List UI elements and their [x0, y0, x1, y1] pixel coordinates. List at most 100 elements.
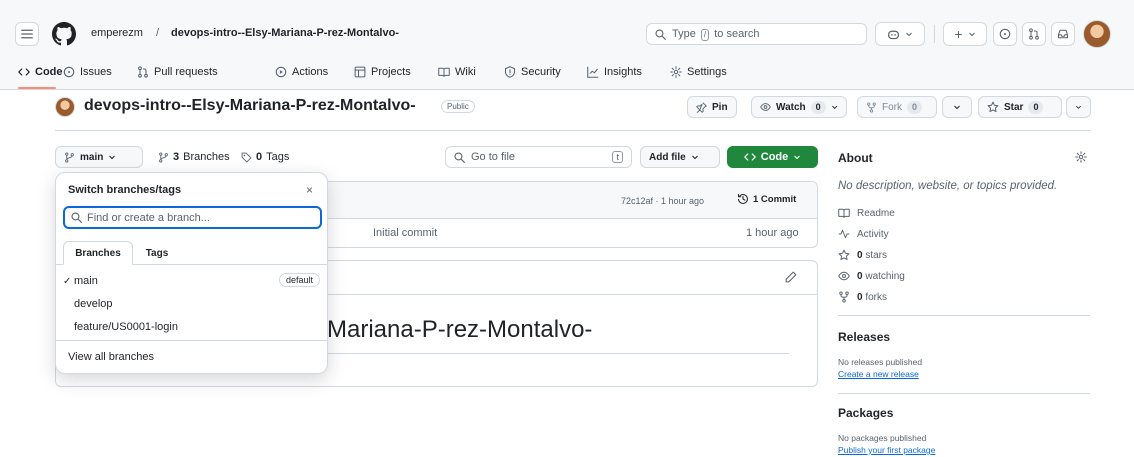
fork-count: 0 — [907, 100, 923, 114]
fork-dropdown-button[interactable] — [942, 96, 972, 118]
gear-icon[interactable] — [1075, 151, 1087, 163]
gear-icon — [670, 66, 682, 78]
activity-link[interactable]: Activity — [838, 228, 889, 240]
breadcrumb-owner[interactable]: emperezm — [91, 27, 143, 39]
graph-icon — [587, 66, 599, 78]
search-prefix: Type — [672, 27, 696, 40]
star-icon — [838, 249, 850, 261]
branch-item-label: feature/US0001-login — [74, 321, 178, 333]
global-search-input[interactable]: Type / to search — [646, 23, 867, 45]
branch-item-label: develop — [74, 298, 113, 310]
commits-link[interactable]: 1 Commit — [737, 193, 796, 205]
menu-button[interactable] — [15, 22, 39, 46]
watch-count: 0 — [810, 100, 826, 114]
code-button[interactable]: Code — [727, 146, 818, 168]
repo-title[interactable]: devops-intro--Elsy-Mariana-P-rez-Montalv… — [84, 97, 416, 115]
branch-item-main[interactable]: ✓ main default — [56, 270, 327, 292]
pull-requests-button[interactable] — [1022, 22, 1046, 46]
branch-item-develop[interactable]: develop — [56, 293, 327, 315]
code-icon — [18, 68, 30, 76]
copilot-button[interactable] — [875, 22, 925, 46]
file-commit-time: 1 hour ago — [746, 227, 799, 239]
view-all-branches-link[interactable]: View all branches — [56, 346, 327, 368]
default-badge: default — [278, 273, 320, 287]
tab-label: Issues — [80, 66, 112, 78]
tab-insights[interactable]: Insights — [587, 61, 642, 83]
close-icon[interactable]: × — [306, 183, 313, 197]
stars-link[interactable]: 0 stars — [838, 249, 887, 261]
readme-heading: Mariana-P-rez-Montalvo- — [327, 316, 593, 343]
code-icon — [743, 153, 756, 161]
pin-button[interactable]: Pin — [687, 96, 737, 118]
hamburger-icon — [21, 29, 33, 39]
issue-icon — [63, 66, 75, 78]
owner-avatar[interactable] — [55, 97, 75, 117]
star-dropdown-button[interactable] — [1066, 96, 1091, 118]
commit-hash-time[interactable]: 72c12af · 1 hour ago — [621, 196, 704, 206]
about-title: About — [838, 151, 873, 165]
watch-button[interactable]: Watch 0 — [751, 96, 847, 118]
forks-link[interactable]: 0 forks — [838, 291, 887, 303]
pencil-icon[interactable] — [785, 271, 797, 283]
user-avatar[interactable] — [1083, 20, 1111, 48]
packages-title[interactable]: Packages — [838, 406, 893, 420]
file-commit-message[interactable]: Initial commit — [373, 227, 437, 239]
pull-request-icon — [1029, 28, 1039, 40]
create-release-link[interactable]: Create a new release — [838, 369, 919, 379]
dropdown-divider — [56, 340, 327, 341]
tab-label: Security — [521, 66, 561, 78]
branches-link[interactable]: 3 Branches — [158, 151, 230, 163]
stars-label: stars — [865, 249, 888, 261]
branch-icon — [159, 151, 168, 163]
star-button[interactable]: Star 0 — [978, 96, 1062, 118]
github-logo-icon[interactable] — [52, 22, 76, 46]
code-button-label: Code — [760, 151, 789, 163]
fork-label: Fork — [882, 101, 902, 113]
search-icon — [71, 212, 82, 223]
tab-label: Wiki — [455, 66, 476, 78]
current-branch-label: main — [80, 151, 104, 163]
tab-settings[interactable]: Settings — [670, 61, 727, 83]
branch-filter-input[interactable]: Find or create a branch... — [63, 206, 322, 229]
about-description: No description, website, or topics provi… — [838, 180, 1058, 192]
tags-label: Tags — [266, 151, 290, 163]
tab-code[interactable]: Code — [18, 61, 63, 83]
tab-actions[interactable]: Actions — [275, 61, 328, 83]
pin-label: Pin — [712, 101, 728, 113]
tab-issues[interactable]: Issues — [63, 61, 112, 83]
branch-item-feature-login[interactable]: feature/US0001-login — [56, 316, 327, 338]
issue-icon — [999, 28, 1011, 40]
breadcrumb-repo[interactable]: devops-intro--Elsy-Mariana-P-rez-Montalv… — [171, 27, 399, 39]
fork-button[interactable]: Fork 0 — [857, 96, 937, 118]
chevron-down-icon — [1076, 105, 1081, 109]
go-to-file-placeholder: Go to file — [471, 151, 516, 163]
add-file-button[interactable]: Add file — [640, 146, 720, 168]
inbox-button[interactable] — [1051, 22, 1075, 46]
tags-link[interactable]: 0 Tags — [241, 151, 289, 163]
tab-branches[interactable]: Branches — [63, 241, 133, 265]
go-to-file-input[interactable]: Go to file t — [445, 146, 632, 168]
publish-package-link[interactable]: Publish your first package — [838, 445, 935, 455]
tab-label: Projects — [371, 66, 411, 78]
tab-tags[interactable]: Tags — [136, 241, 178, 265]
pin-icon — [696, 101, 707, 113]
readme-link[interactable]: Readme — [838, 207, 895, 219]
releases-title[interactable]: Releases — [838, 330, 890, 344]
create-new-button[interactable]: + — [943, 22, 987, 46]
tab-label: Pull requests — [154, 66, 218, 78]
inbox-icon — [1057, 29, 1069, 39]
history-icon — [737, 193, 749, 205]
readme-label: Readme — [857, 207, 895, 219]
tab-pull-requests[interactable]: Pull requests — [137, 61, 218, 83]
tag-icon — [241, 152, 252, 162]
pulse-icon — [838, 229, 850, 239]
chevron-down-icon — [906, 32, 912, 37]
branch-selector-button[interactable]: main — [55, 146, 143, 168]
issues-button[interactable] — [993, 22, 1017, 46]
tab-projects[interactable]: Projects — [354, 61, 411, 83]
branch-switcher-dropdown: Switch branches/tags × Find or create a … — [55, 172, 328, 374]
tab-wiki[interactable]: Wiki — [438, 61, 476, 83]
visibility-badge: Public — [441, 100, 475, 113]
tab-security[interactable]: Security — [504, 61, 561, 83]
watching-link[interactable]: 0 watching — [838, 270, 905, 282]
